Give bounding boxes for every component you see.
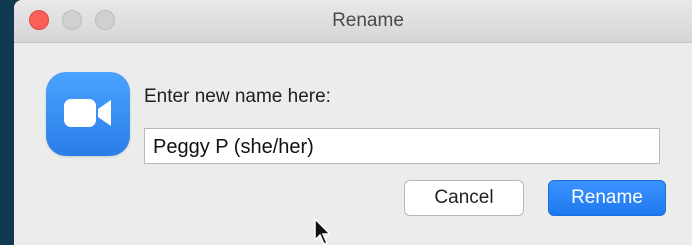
window-title: Rename — [332, 10, 404, 31]
rename-dialog: Rename Enter new name here: Cancel Renam… — [14, 0, 692, 245]
prompt-label: Enter new name here: — [144, 86, 331, 107]
video-camera-icon — [64, 99, 111, 127]
new-name-input[interactable] — [144, 128, 660, 164]
zoom-app-icon — [46, 72, 130, 156]
mouse-pointer-icon — [314, 218, 332, 245]
title-bar: Rename — [14, 0, 692, 43]
cancel-button[interactable]: Cancel — [404, 180, 524, 216]
rename-button[interactable]: Rename — [548, 180, 666, 216]
